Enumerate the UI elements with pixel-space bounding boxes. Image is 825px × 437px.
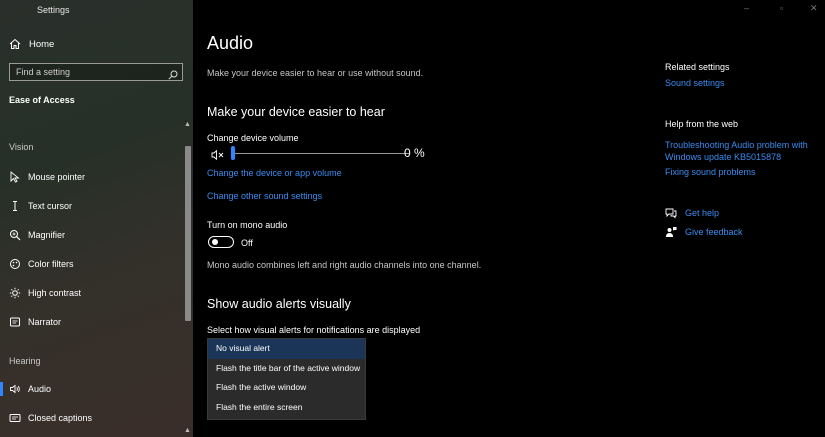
minimize-icon[interactable]: –	[744, 3, 749, 13]
sidebar-item-color-filters[interactable]: Color filters	[0, 253, 183, 275]
sidebar-item-narrator[interactable]: Narrator	[0, 311, 183, 333]
sidebar-item-label: Narrator	[28, 317, 62, 327]
sidebar-item-label: Magnifier	[28, 230, 66, 240]
hear-section-heading: Make your device easier to hear	[207, 105, 385, 119]
alerts-select-label: Select how visual alerts for notificatio…	[207, 325, 421, 335]
volume-value: 0 %	[404, 146, 425, 160]
dropdown-option-no-visual-alert[interactable]: No visual alert	[208, 339, 365, 359]
volume-slider-row: 0 %	[211, 145, 441, 163]
sidebar-item-label: Mouse pointer	[28, 172, 86, 182]
feedback-person-icon	[665, 226, 677, 238]
toggle-knob	[212, 239, 218, 245]
speaker-muted-icon[interactable]	[211, 148, 225, 161]
search-box[interactable]	[9, 63, 183, 81]
sidebar-item-label: High contrast	[28, 288, 82, 298]
volume-slider-track[interactable]	[233, 153, 410, 154]
change-app-volume-link[interactable]: Change the device or app volume	[207, 168, 342, 178]
dropdown-option-flash-active-window[interactable]: Flash the active window	[208, 378, 365, 398]
chat-help-icon	[665, 207, 677, 219]
search-input[interactable]	[16, 67, 166, 77]
related-settings-heading: Related settings	[665, 62, 730, 72]
sidebar-item-audio[interactable]: Audio	[0, 378, 183, 400]
sidebar-scrollbar[interactable]: ▲ ▲	[183, 118, 193, 437]
mono-audio-label: Turn on mono audio	[207, 220, 288, 230]
sidebar-item-label: Closed captions	[28, 413, 93, 423]
sidebar-item-high-contrast[interactable]: High contrast	[0, 282, 183, 304]
home-nav-item[interactable]: Home	[9, 38, 54, 50]
sound-settings-link[interactable]: Sound settings	[665, 78, 815, 90]
sidebar-item-mouse-pointer[interactable]: Mouse pointer	[0, 166, 183, 188]
help-from-web-heading: Help from the web	[665, 119, 739, 129]
scroll-up-arrow-icon[interactable]: ▲	[184, 121, 191, 128]
home-icon	[9, 38, 21, 50]
change-other-sound-link[interactable]: Change other sound settings	[207, 191, 322, 201]
section-title: Ease of Access	[9, 95, 75, 105]
mono-audio-toggle[interactable]	[208, 236, 234, 248]
give-feedback-link[interactable]: Give feedback	[665, 226, 743, 238]
group-label-vision: Vision	[9, 142, 34, 152]
sidebar-item-magnifier[interactable]: Magnifier	[0, 224, 183, 246]
color-filters-icon	[9, 258, 21, 270]
alerts-section-heading: Show audio alerts visually	[207, 297, 351, 311]
closed-captions-icon	[9, 412, 21, 424]
narrator-icon	[9, 316, 21, 328]
scroll-down-arrow-icon[interactable]: ▲	[184, 427, 191, 434]
volume-slider-thumb[interactable]	[231, 146, 235, 160]
high-contrast-icon	[9, 287, 21, 299]
maximize-icon[interactable]: ▫	[780, 3, 783, 13]
volume-label: Change device volume	[207, 133, 299, 143]
get-help-label: Get help	[685, 208, 720, 218]
mono-audio-state: Off	[241, 238, 253, 248]
magnifier-icon	[9, 229, 21, 241]
visual-alert-dropdown[interactable]: No visual alert Flash the title bar of t…	[207, 338, 366, 420]
get-help-link[interactable]: Get help	[665, 207, 719, 219]
close-icon[interactable]: ✕	[810, 3, 818, 14]
troubleshooting-audio-link[interactable]: Troubleshooting Audio problem with Windo…	[665, 140, 810, 163]
search-icon[interactable]	[168, 67, 178, 80]
sidebar-item-text-cursor[interactable]: Text cursor	[0, 195, 183, 217]
page-description: Make your device easier to hear or use w…	[207, 68, 424, 78]
give-feedback-label: Give feedback	[685, 227, 743, 237]
mono-audio-description: Mono audio combines left and right audio…	[207, 260, 482, 270]
page-title: Audio	[207, 33, 254, 53]
dropdown-option-flash-title-bar[interactable]: Flash the title bar of the active window	[208, 359, 365, 379]
window-title: Settings	[37, 5, 70, 15]
home-label: Home	[29, 38, 55, 50]
dropdown-option-flash-entire-screen[interactable]: Flash the entire screen	[208, 398, 365, 418]
text-cursor-icon	[9, 200, 21, 212]
sidebar-item-label: Color filters	[28, 259, 74, 269]
scrollbar-thumb[interactable]	[185, 146, 191, 321]
sidebar-item-closed-captions[interactable]: Closed captions	[0, 407, 183, 429]
sidebar: Settings Home Ease of Access Vision Mous…	[0, 0, 193, 437]
fixing-sound-problems-link[interactable]: Fixing sound problems	[665, 167, 815, 179]
mouse-pointer-icon	[9, 171, 21, 183]
sidebar-item-label: Audio	[28, 384, 52, 394]
audio-icon	[9, 383, 21, 395]
sidebar-item-label: Text cursor	[28, 201, 73, 211]
group-label-hearing: Hearing	[9, 356, 41, 366]
